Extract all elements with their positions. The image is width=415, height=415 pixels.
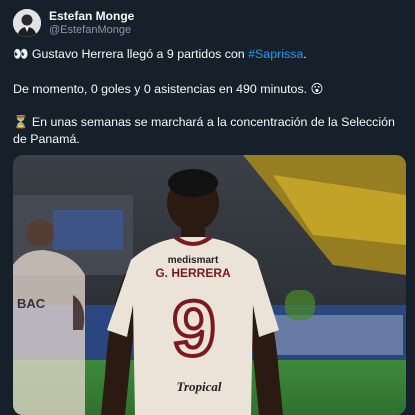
jersey-number-text: 9 — [172, 284, 215, 372]
tweet-text-segment: . — [303, 47, 307, 61]
author-handle[interactable]: @EstefanMonge — [49, 23, 134, 37]
surprised-emoji: 😮 — [310, 81, 324, 96]
jersey-sponsor-text: medismart — [168, 255, 219, 266]
tweet-media-photo[interactable]: BAC medismart G. HERRERA 9 Tropical — [13, 155, 406, 415]
avatar[interactable] — [13, 9, 41, 37]
tweet-text-segment: En unas semanas se marchará a la concent… — [13, 115, 395, 146]
tweet-text-line-2: De momento, 0 goles y 0 asistencias en 4… — [13, 80, 408, 98]
author-names: Estefan Monge @EstefanMonge — [49, 9, 134, 37]
author-display-name[interactable]: Estefan Monge — [49, 9, 134, 23]
eyes-emoji: 👀 — [13, 46, 29, 61]
tweet-text-line-1: 👀 Gustavo Herrera llegó a 9 partidos con… — [13, 45, 408, 63]
user-avatar-icon — [13, 9, 41, 37]
jersey-bottom-sponsor-text: Tropical — [176, 379, 221, 394]
jersey-name-text: G. HERRERA — [155, 266, 231, 280]
tweet-card[interactable]: Estefan Monge @EstefanMonge 👀 Gustavo He… — [0, 0, 415, 415]
hourglass-emoji: ⏳ — [13, 114, 29, 129]
background-jersey-text: BAC — [17, 296, 46, 311]
tweet-header: Estefan Monge @EstefanMonge — [13, 8, 134, 38]
tweet-text-segment: De momento, 0 goles y 0 asistencias en 4… — [13, 82, 311, 96]
hashtag-link[interactable]: #Saprissa — [248, 47, 303, 61]
tweet-text-segment: Gustavo Herrera llegó a 9 partidos con — [28, 47, 249, 61]
tweet-text-line-3: ⏳ En unas semanas se marchará a la conce… — [13, 113, 408, 148]
football-player-photo: BAC medismart G. HERRERA 9 Tropical — [13, 155, 406, 415]
